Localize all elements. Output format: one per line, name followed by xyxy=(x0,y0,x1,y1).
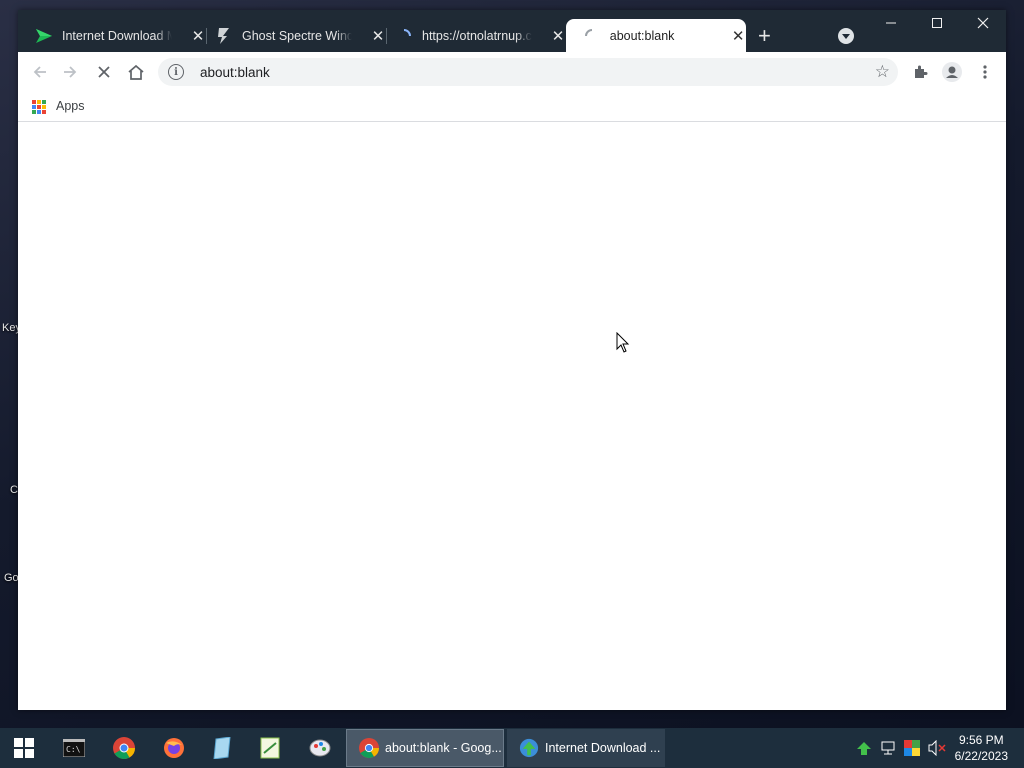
tab-ghost-spectre[interactable]: Ghost Spectre Windows ✕ xyxy=(198,19,386,52)
mouse-cursor-icon xyxy=(616,332,630,353)
close-icon[interactable]: ✕ xyxy=(730,28,746,45)
chrome-icon xyxy=(359,738,379,758)
window-close-icon[interactable] xyxy=(968,16,998,32)
tab-strip: Internet Download Manager ✕ Ghost Spectr… xyxy=(18,10,1006,52)
taskbar-app-chrome[interactable]: about:blank - Goog... xyxy=(346,729,504,767)
clock-date: 6/22/2023 xyxy=(954,749,1008,763)
tab-title: Internet Download Manager xyxy=(62,28,172,43)
address-bar[interactable]: i about:blank ☆ xyxy=(158,58,898,86)
forward-icon[interactable] xyxy=(58,60,82,84)
tab-search-icon[interactable] xyxy=(838,28,854,44)
apps-grid-icon[interactable] xyxy=(32,100,46,114)
taskbar-app-label: Internet Download ... xyxy=(545,741,661,755)
taskbar-app-idm[interactable]: Internet Download ... xyxy=(507,729,665,767)
tab-otnolatrnup[interactable]: https://otnolatrnup.com ✕ xyxy=(378,19,566,52)
site-info-icon[interactable]: i xyxy=(168,64,184,80)
more-menu-icon[interactable] xyxy=(973,60,997,84)
notepad-icon[interactable] xyxy=(198,728,246,768)
bookmark-star-icon[interactable]: ☆ xyxy=(875,62,890,82)
network-icon[interactable] xyxy=(880,740,896,756)
idm-play-icon xyxy=(36,28,52,44)
browser-toolbar: i about:blank ☆ xyxy=(18,52,1006,92)
home-icon[interactable] xyxy=(124,60,148,84)
clock-time: 9:56 PM xyxy=(958,733,1004,747)
tab-title: about:blank xyxy=(609,28,675,43)
cmd-icon[interactable]: C:\ xyxy=(50,728,98,768)
start-button[interactable] xyxy=(0,728,48,768)
tab-title: Ghost Spectre Windows xyxy=(242,28,352,43)
apps-bookmark[interactable]: Apps xyxy=(56,99,85,113)
chrome-icon[interactable] xyxy=(100,728,148,768)
chrome-window: Internet Download Manager ✕ Ghost Spectr… xyxy=(18,10,1006,710)
system-clock[interactable]: 9:56 PM 6/22/2023 xyxy=(955,732,1008,764)
volume-muted-icon[interactable] xyxy=(928,739,946,757)
minimize-icon[interactable] xyxy=(876,16,906,32)
tab-about-blank[interactable]: about:blank ✕ xyxy=(566,19,746,52)
tab-title: https://otnolatrnup.com xyxy=(422,28,532,43)
desktop-icon-label[interactable]: Go xyxy=(4,572,19,584)
color-app-tray-icon[interactable] xyxy=(904,740,920,756)
address-text[interactable]: about:blank xyxy=(200,65,270,80)
close-icon[interactable]: ✕ xyxy=(550,28,566,45)
new-tab-button[interactable]: + xyxy=(758,25,771,47)
loading-spinner-icon xyxy=(396,28,412,44)
stop-loading-icon[interactable] xyxy=(92,60,116,84)
idm-icon xyxy=(519,738,539,758)
taskbar: C:\ about:blank - Goog... Internet Downl… xyxy=(0,728,1024,768)
svg-text:C:\: C:\ xyxy=(66,745,81,754)
taskbar-app-label: about:blank - Goog... xyxy=(385,741,502,755)
desktop-icon-label[interactable]: C xyxy=(10,484,18,496)
spreadsheet-app-icon[interactable] xyxy=(246,728,294,768)
windows-logo-icon xyxy=(14,738,34,758)
ghost-spectre-icon xyxy=(216,27,232,44)
loading-spinner-icon xyxy=(584,28,600,44)
paint-app-icon[interactable] xyxy=(296,728,344,768)
firefox-icon[interactable] xyxy=(150,728,198,768)
tab-internet-download-manager[interactable]: Internet Download Manager ✕ xyxy=(18,19,206,52)
back-icon[interactable] xyxy=(28,60,52,84)
page-content[interactable] xyxy=(18,122,1006,710)
tray-idm-icon[interactable] xyxy=(856,740,872,756)
extensions-icon[interactable] xyxy=(908,60,932,84)
maximize-icon[interactable] xyxy=(922,16,952,32)
bookmarks-bar: Apps xyxy=(18,92,1006,122)
profile-avatar-icon[interactable] xyxy=(940,60,964,84)
